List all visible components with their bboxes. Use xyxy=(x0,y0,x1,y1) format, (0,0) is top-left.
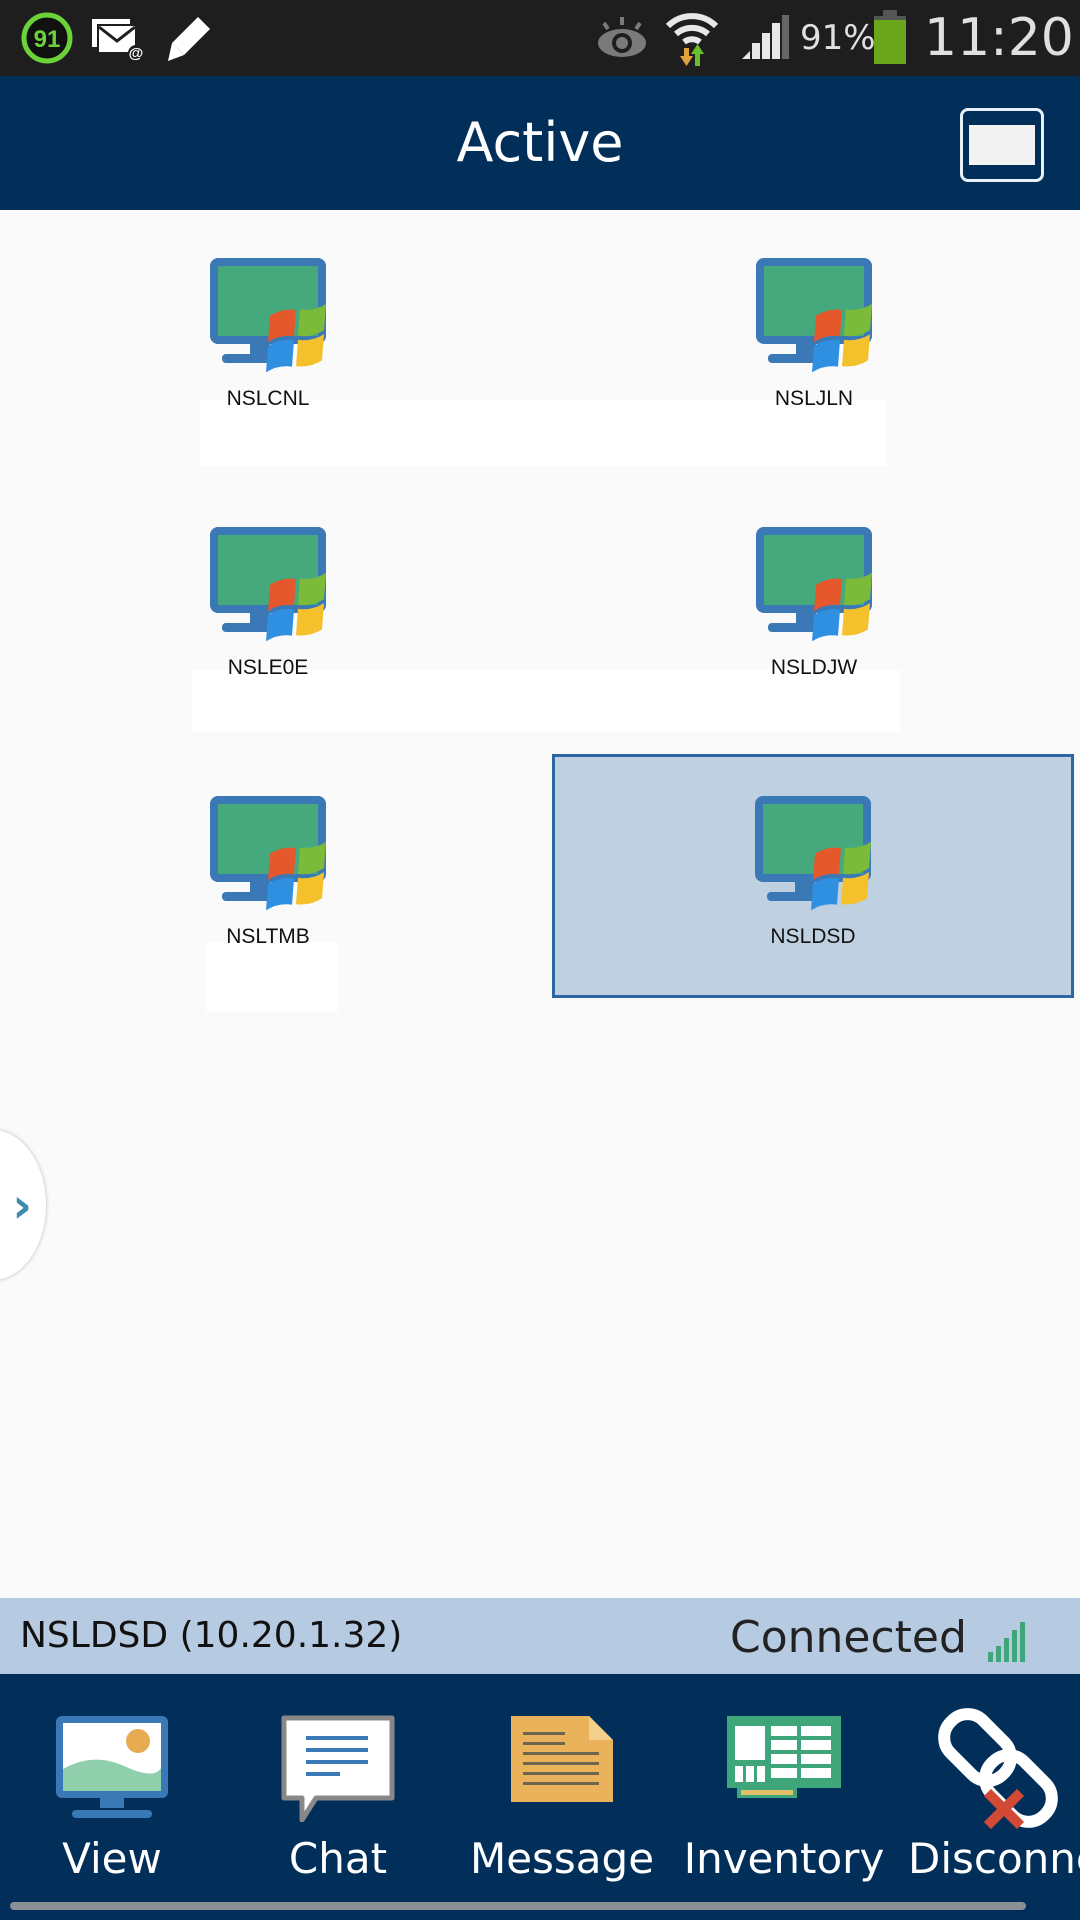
computer-item[interactable]: NSLJLN xyxy=(664,256,964,411)
counter-badge-icon: 91 xyxy=(20,0,74,76)
disconnect-link-icon xyxy=(935,1698,1061,1843)
eye-icon xyxy=(594,0,650,76)
battery-percent: 91% xyxy=(800,18,876,58)
message-label: Message xyxy=(469,1834,655,1883)
chevron-right-icon: › xyxy=(12,1178,32,1234)
status-bar: 91 @ 91% 11:20 xyxy=(0,0,1080,76)
view-label: View xyxy=(62,1834,162,1883)
windows-pc-icon xyxy=(118,525,418,650)
page-title: Active xyxy=(456,111,624,174)
chat-bubble-icon xyxy=(280,1714,396,1827)
app-header: Active xyxy=(0,76,1080,210)
side-drawer-handle[interactable]: › xyxy=(0,1130,46,1280)
window-icon xyxy=(969,125,1035,165)
windows-pc-icon xyxy=(664,256,964,381)
windows-pc-icon xyxy=(664,525,964,650)
connection-info: NSLDSD (10.20.1.32) xyxy=(20,1598,402,1674)
computer-item[interactable]: NSLDJW xyxy=(664,525,964,680)
message-document-icon xyxy=(509,1714,615,1809)
windows-pc-icon xyxy=(118,256,418,381)
computer-grid: NSLCNL NSLJLN NSLE0E NSLDJW NSLTMB NSLDS… xyxy=(0,210,1080,1598)
disconnect-label: Disconnect xyxy=(908,1834,1080,1883)
connection-status-text: Connected xyxy=(730,1612,967,1663)
windows-pc-icon xyxy=(118,794,418,919)
computer-name: NSLJLN xyxy=(774,387,854,410)
battery-icon xyxy=(872,0,908,76)
view-screen-icon xyxy=(54,1714,170,1825)
signal-strength-icon xyxy=(986,1618,1030,1662)
inventory-label: Inventory xyxy=(683,1834,885,1883)
toolbar-scrollbar[interactable] xyxy=(10,1902,1026,1910)
connected-computer-name: NSLDSD xyxy=(20,1615,169,1656)
counter-badge-text: 91 xyxy=(34,26,61,53)
message-button[interactable]: Message xyxy=(470,1674,654,1904)
row-backdrop xyxy=(206,942,338,1012)
computer-name: NSLDJW xyxy=(770,656,858,679)
window-toggle-button[interactable] xyxy=(960,108,1044,182)
computer-name: NSLE0E xyxy=(227,656,309,679)
connected-computer-ip: (10.20.1.32) xyxy=(179,1615,403,1656)
windows-pc-icon xyxy=(555,794,1071,919)
bottom-toolbar: View Chat Message Inventory Disconn xyxy=(0,1674,1080,1920)
cell-signal-icon xyxy=(740,0,790,76)
computer-name: NSLCNL xyxy=(226,387,310,410)
inventory-card-icon xyxy=(725,1714,843,1809)
disconnect-button[interactable]: Disconnect xyxy=(908,1674,1080,1904)
computer-name: NSLTMB xyxy=(226,925,310,948)
svg-text:@: @ xyxy=(129,45,144,62)
chat-button[interactable]: Chat xyxy=(266,1674,410,1904)
computer-item[interactable]: NSLE0E xyxy=(118,525,418,680)
computer-name: NSLDSD xyxy=(770,925,856,948)
computer-item[interactable]: NSLCNL xyxy=(118,256,418,411)
email-icon: @ xyxy=(90,0,146,76)
wifi-icon xyxy=(664,0,720,76)
clock: 11:20 xyxy=(924,8,1074,68)
inventory-button[interactable]: Inventory xyxy=(684,1674,884,1904)
computer-item[interactable]: NSLTMB xyxy=(118,794,418,949)
connection-status-bar: NSLDSD (10.20.1.32) Connected xyxy=(0,1598,1080,1674)
view-button[interactable]: View xyxy=(40,1674,184,1904)
pencil-icon xyxy=(164,0,214,76)
computer-item-selected[interactable]: NSLDSD xyxy=(552,754,1074,998)
chat-label: Chat xyxy=(288,1834,388,1883)
